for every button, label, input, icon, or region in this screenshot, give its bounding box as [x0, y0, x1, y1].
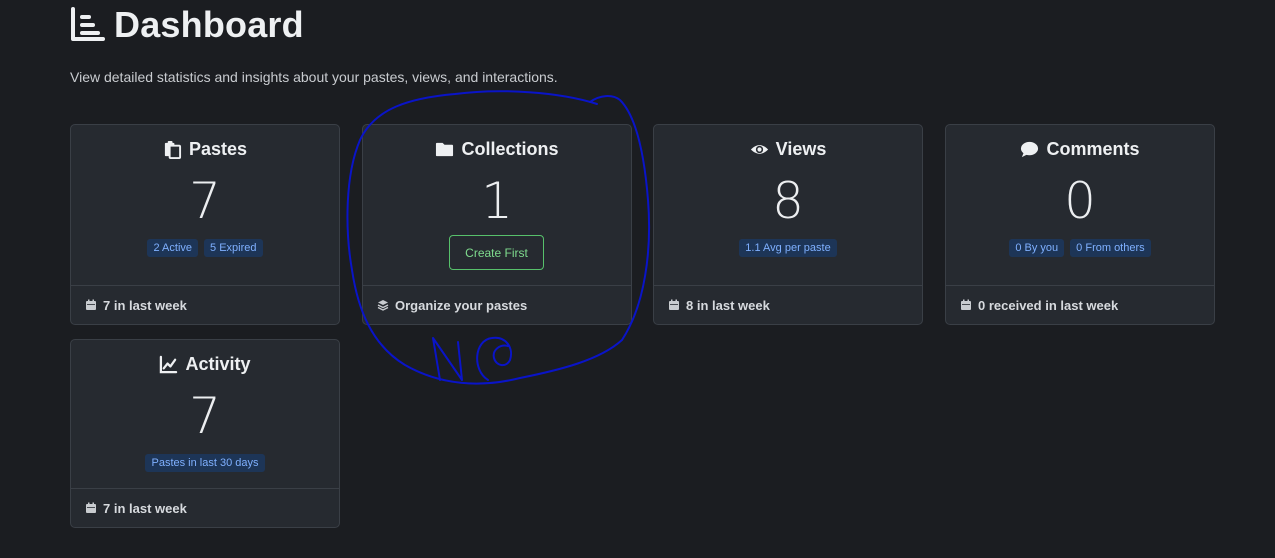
views-card: Views 8 1.1 Avg per paste 8 in last week: [653, 124, 923, 325]
calendar-icon: [86, 299, 96, 310]
views-card-header: Views: [654, 139, 922, 160]
line-chart-icon: [160, 355, 178, 374]
list-chart-icon: [71, 7, 105, 41]
views-card-body: Views 8 1.1 Avg per paste: [654, 125, 922, 285]
page-title: Dashboard: [114, 4, 304, 45]
comments-card-footer: 0 received in last week: [946, 285, 1214, 324]
comments-badges: 0 By you 0 From others: [946, 239, 1214, 257]
collections-footer-text: Organize your pastes: [395, 297, 528, 313]
comments-card-title: Comments: [1046, 139, 1140, 159]
comments-card-header: Comments: [946, 139, 1214, 160]
pastes-card-body: Pastes 7 2 Active 5 Expired: [71, 125, 339, 285]
pastes-card-title: Pastes: [188, 139, 248, 159]
collections-card-body: Collections 1 Create First: [363, 125, 631, 285]
views-card-title: Views: [775, 139, 827, 159]
layers-icon: [377, 300, 389, 311]
comments-footer-text: 0 received in last week: [978, 297, 1119, 313]
annotation-letter-o: [476, 336, 512, 381]
comments-card: Comments 0 0 By you 0 From others 0 rece…: [945, 124, 1215, 325]
pastes-footer-text: 7 in last week: [103, 297, 187, 313]
collections-card-footer: Organize your pastes: [363, 285, 631, 324]
comments-from-others-badge: 0 From others: [1070, 239, 1151, 257]
pastes-card: Pastes 7 2 Active 5 Expired 7 in last we…: [70, 124, 340, 325]
collections-card: Collections 1 Create First Organize your…: [362, 124, 632, 325]
collections-card-header: Collections: [363, 139, 631, 160]
comments-card-body: Comments 0 0 By you 0 From others: [946, 125, 1214, 285]
collections-count: 1: [481, 172, 513, 230]
views-avg-badge: 1.1 Avg per paste: [739, 239, 837, 257]
pastes-card-footer: 7 in last week: [71, 285, 339, 324]
eye-icon: [750, 145, 768, 154]
pastes-card-header: Pastes: [71, 139, 339, 160]
page-subtitle: View detailed statistics and insights ab…: [70, 69, 558, 85]
views-footer-text: 8 in last week: [686, 297, 770, 313]
views-card-footer: 8 in last week: [654, 285, 922, 324]
comments-by-you-badge: 0 By you: [1009, 239, 1065, 257]
create-first-button[interactable]: Create First: [449, 235, 544, 270]
activity-card-body: Activity 7 Pastes in last 30 days: [71, 340, 339, 500]
activity-card-header: Activity: [71, 354, 339, 375]
activity-30-days-badge: Pastes in last 30 days: [145, 454, 265, 472]
activity-badges: Pastes in last 30 days: [71, 454, 339, 472]
comment-icon: [1021, 141, 1039, 158]
calendar-icon: [86, 502, 96, 513]
activity-card: Activity 7 Pastes in last 30 days 7 in l…: [70, 339, 340, 528]
page-header: Dashboard: [70, 4, 304, 46]
copy-icon: [164, 140, 182, 159]
dashboard-page: Dashboard View detailed statistics and i…: [0, 0, 1275, 558]
activity-footer-text: 7 in last week: [103, 500, 187, 516]
views-badges: 1.1 Avg per paste: [654, 239, 922, 257]
views-count: 8: [772, 172, 804, 230]
folder-icon: [436, 142, 454, 157]
comments-count: 0: [1064, 172, 1096, 230]
pastes-expired-badge: 5 Expired: [204, 239, 263, 257]
activity-card-title: Activity: [185, 354, 251, 374]
pastes-active-badge: 2 Active: [147, 239, 199, 257]
activity-count: 7: [189, 387, 221, 445]
calendar-icon: [669, 299, 679, 310]
pastes-count: 7: [189, 172, 221, 230]
annotation-letter-n: [432, 337, 463, 381]
collections-card-title: Collections: [461, 139, 559, 159]
activity-card-footer: 7 in last week: [71, 488, 339, 527]
pastes-badges: 2 Active 5 Expired: [71, 239, 339, 257]
calendar-icon: [961, 299, 971, 310]
